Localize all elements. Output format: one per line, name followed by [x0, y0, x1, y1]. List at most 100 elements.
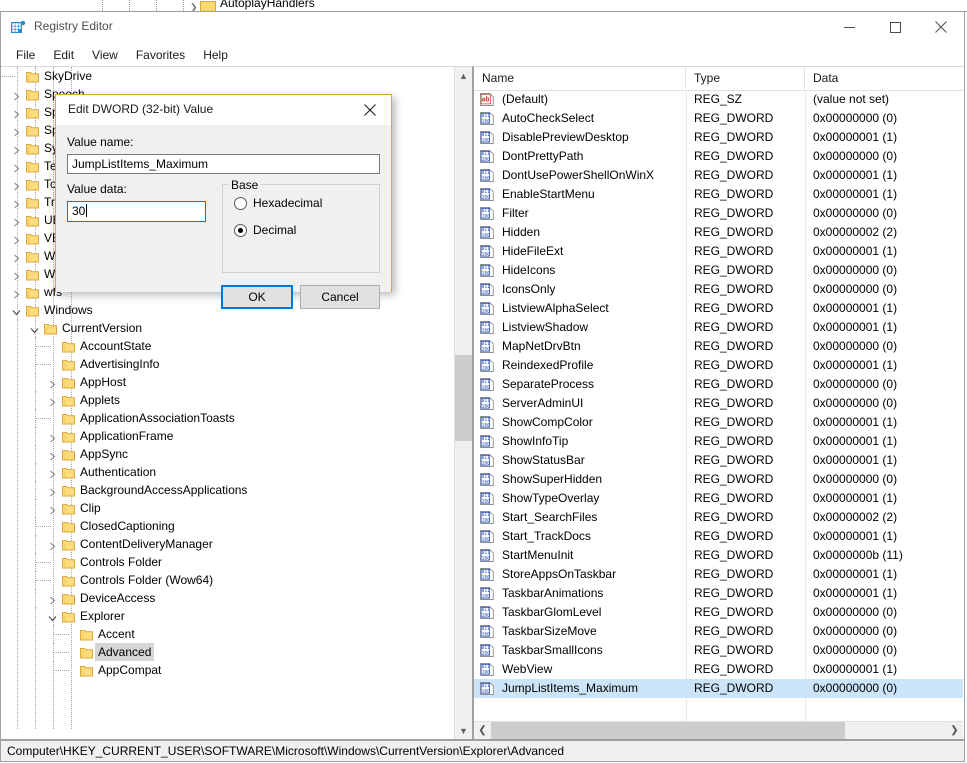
value-row[interactable]: 011100ShowTypeOverlayREG_DWORD0x00000001… — [474, 489, 963, 508]
scroll-right-icon[interactable]: ❯ — [946, 722, 963, 739]
tree-vertical-scrollbar[interactable]: ▲ ▼ — [454, 67, 472, 739]
chevron-right-icon[interactable] — [47, 485, 58, 496]
chevron-right-icon[interactable] — [11, 251, 22, 262]
maximize-button[interactable] — [872, 12, 918, 42]
value-row[interactable]: 011100HideIconsREG_DWORD0x00000000 (0) — [474, 261, 963, 280]
tree-item[interactable]: Applets — [1, 391, 453, 409]
scroll-left-icon[interactable]: ❮ — [474, 722, 491, 739]
tree-item[interactable]: AccountState — [1, 337, 453, 355]
value-row[interactable]: 011100SeparateProcessREG_DWORD0x00000000… — [474, 375, 963, 394]
tree-item[interactable]: AppHost — [1, 373, 453, 391]
minimize-button[interactable] — [826, 12, 872, 42]
column-header-type[interactable]: Type — [686, 67, 805, 89]
tree-item[interactable]: Clip — [1, 499, 453, 517]
tree-item[interactable]: Explorer — [1, 607, 453, 625]
chevron-right-icon[interactable] — [47, 431, 58, 442]
radio-decimal[interactable]: Decimal — [234, 223, 296, 237]
tree-item[interactable]: ContentDeliveryManager — [1, 535, 453, 553]
radio-hexadecimal[interactable]: Hexadecimal — [234, 196, 322, 210]
value-data-input[interactable]: 30 — [67, 201, 206, 222]
dialog-close-button[interactable] — [349, 95, 391, 124]
value-row[interactable]: 011100ListviewShadowREG_DWORD0x00000001 … — [474, 318, 963, 337]
value-row[interactable]: 011100HiddenREG_DWORD0x00000002 (2) — [474, 223, 963, 242]
value-row[interactable]: 011100HideFileExtREG_DWORD0x00000001 (1) — [474, 242, 963, 261]
value-row[interactable]: 011100DisablePreviewDesktopREG_DWORD0x00… — [474, 128, 963, 147]
tree-item[interactable]: SkyDrive — [1, 67, 453, 85]
chevron-right-icon[interactable] — [47, 539, 58, 550]
chevron-right-icon[interactable] — [47, 395, 58, 406]
menu-file[interactable]: File — [7, 46, 44, 64]
tree-item-selected[interactable]: Advanced — [1, 643, 453, 661]
value-row[interactable]: 011100ShowCompColorREG_DWORD0x00000001 (… — [474, 413, 963, 432]
cancel-button[interactable]: Cancel — [300, 285, 380, 309]
close-button[interactable] — [918, 12, 964, 42]
chevron-right-icon[interactable] — [11, 143, 22, 154]
value-row[interactable]: 011100Start_TrackDocsREG_DWORD0x00000001… — [474, 527, 963, 546]
scroll-up-icon[interactable]: ▲ — [455, 67, 472, 84]
scroll-down-icon[interactable]: ▼ — [455, 722, 472, 739]
chevron-down-icon[interactable] — [29, 323, 40, 334]
chevron-right-icon[interactable] — [11, 269, 22, 280]
column-header-name[interactable]: Name — [474, 67, 686, 89]
chevron-down-icon[interactable] — [11, 305, 22, 316]
value-row[interactable]: 011100TaskbarGlomLevelREG_DWORD0x0000000… — [474, 603, 963, 622]
value-row[interactable]: 011100TaskbarSizeMoveREG_DWORD0x00000000… — [474, 622, 963, 641]
tree-item[interactable]: AppCompat — [1, 661, 453, 679]
chevron-down-icon[interactable] — [47, 611, 58, 622]
tree-item[interactable]: Accent — [1, 625, 453, 643]
registry-values-list[interactable]: ab(Default)REG_SZ(value not set)011100Au… — [474, 90, 963, 698]
value-row[interactable]: 011100ReindexedProfileREG_DWORD0x0000000… — [474, 356, 963, 375]
list-scroll-thumb[interactable] — [491, 722, 845, 739]
value-row[interactable]: ab(Default)REG_SZ(value not set) — [474, 90, 963, 109]
menu-help[interactable]: Help — [194, 46, 237, 64]
tree-item[interactable]: Authentication — [1, 463, 453, 481]
value-row[interactable]: 011100StoreAppsOnTaskbarREG_DWORD0x00000… — [474, 565, 963, 584]
chevron-right-icon[interactable] — [47, 593, 58, 604]
tree-item[interactable]: AppSync — [1, 445, 453, 463]
chevron-right-icon[interactable] — [11, 233, 22, 244]
chevron-right-icon[interactable] — [11, 215, 22, 226]
tree-scroll-thumb[interactable] — [455, 355, 472, 441]
value-row[interactable]: 011100IconsOnlyREG_DWORD0x00000000 (0) — [474, 280, 963, 299]
value-row[interactable]: 011100FilterREG_DWORD0x00000000 (0) — [474, 204, 963, 223]
value-row[interactable]: 011100DontUsePowerShellOnWinXREG_DWORD0x… — [474, 166, 963, 185]
tree-item[interactable]: CurrentVersion — [1, 319, 453, 337]
value-row[interactable]: 011100TaskbarAnimationsREG_DWORD0x000000… — [474, 584, 963, 603]
tree-item[interactable]: ApplicationAssociationToasts — [1, 409, 453, 427]
chevron-right-icon[interactable] — [11, 107, 22, 118]
value-name-input[interactable]: JumpListItems_Maximum — [67, 154, 380, 174]
chevron-right-icon[interactable] — [11, 287, 22, 298]
chevron-right-icon[interactable] — [47, 377, 58, 388]
chevron-right-icon[interactable] — [11, 89, 22, 100]
value-row-selected[interactable]: 011100JumpListItems_MaximumREG_DWORD0x00… — [474, 679, 963, 698]
tree-item[interactable]: Controls Folder (Wow64) — [1, 571, 453, 589]
value-row[interactable]: 011100ShowSuperHiddenREG_DWORD0x00000000… — [474, 470, 963, 489]
value-row[interactable]: 011100ListviewAlphaSelectREG_DWORD0x0000… — [474, 299, 963, 318]
value-row[interactable]: 011100TaskbarSmallIconsREG_DWORD0x000000… — [474, 641, 963, 660]
value-row[interactable]: 011100ServerAdminUIREG_DWORD0x00000000 (… — [474, 394, 963, 413]
value-row[interactable]: 011100StartMenuInitREG_DWORD0x0000000b (… — [474, 546, 963, 565]
menu-view[interactable]: View — [83, 46, 127, 64]
value-row[interactable]: 011100ShowStatusBarREG_DWORD0x00000001 (… — [474, 451, 963, 470]
menu-edit[interactable]: Edit — [44, 46, 83, 64]
value-row[interactable]: 011100Start_SearchFilesREG_DWORD0x000000… — [474, 508, 963, 527]
tree-item[interactable]: ClosedCaptioning — [1, 517, 453, 535]
menu-favorites[interactable]: Favorites — [127, 46, 194, 64]
chevron-right-icon[interactable] — [11, 197, 22, 208]
chevron-right-icon[interactable] — [11, 179, 22, 190]
column-header-data[interactable]: Data — [805, 67, 963, 89]
tree-item[interactable]: AdvertisingInfo — [1, 355, 453, 373]
chevron-right-icon[interactable] — [11, 161, 22, 172]
value-row[interactable]: 011100EnableStartMenuREG_DWORD0x00000001… — [474, 185, 963, 204]
chevron-right-icon[interactable] — [47, 503, 58, 514]
tree-item[interactable]: BackgroundAccessApplications — [1, 481, 453, 499]
value-row[interactable]: 011100WebViewREG_DWORD0x00000001 (1) — [474, 660, 963, 679]
value-row[interactable]: 011100AutoCheckSelectREG_DWORD0x00000000… — [474, 109, 963, 128]
chevron-right-icon[interactable] — [47, 467, 58, 478]
list-horizontal-scrollbar[interactable]: ❮ ❯ — [474, 721, 963, 739]
tree-item[interactable]: DeviceAccess — [1, 589, 453, 607]
chevron-right-icon[interactable] — [47, 449, 58, 460]
chevron-right-icon[interactable] — [11, 125, 22, 136]
value-row[interactable]: 011100MapNetDrvBtnREG_DWORD0x00000000 (0… — [474, 337, 963, 356]
value-row[interactable]: 011100ShowInfoTipREG_DWORD0x00000001 (1) — [474, 432, 963, 451]
